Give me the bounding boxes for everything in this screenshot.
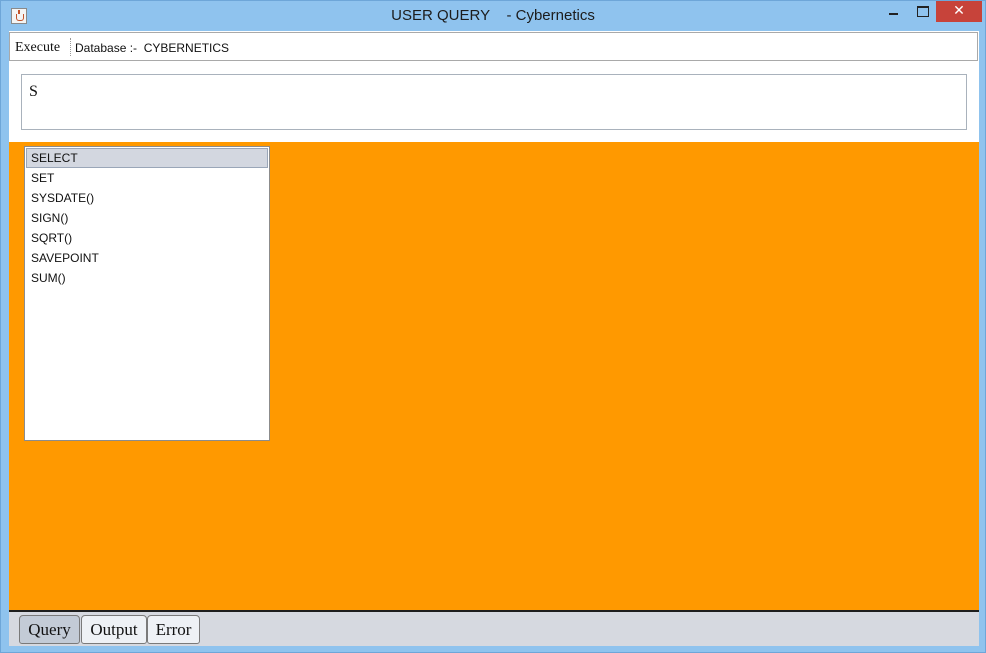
database-label: Database :- CYBERNETICS (75, 41, 230, 55)
minimize-button[interactable] (881, 1, 907, 22)
query-input[interactable]: S (21, 74, 967, 130)
close-icon: ✕ (953, 3, 965, 19)
autocomplete-item[interactable]: SQRT() (26, 228, 268, 248)
title-bar[interactable]: USER QUERY - Cybernetics ✕ (1, 1, 985, 31)
query-panel: S (9, 62, 979, 142)
toolbar-separator (70, 38, 71, 56)
workspace-area: SELECT SET SYSDATE() SIGN() SQRT() SAVEPOINT S… (9, 142, 979, 610)
close-button[interactable]: ✕ (936, 1, 982, 22)
tab-output[interactable]: Output (81, 615, 147, 644)
autocomplete-item[interactable]: SELECT (26, 148, 268, 168)
autocomplete-item[interactable]: SIGN() (26, 208, 268, 228)
client-area: Execute Database :- CYBERNETICS S SELECT… (9, 31, 979, 646)
autocomplete-item[interactable]: SAVEPOINT (26, 248, 268, 268)
autocomplete-list[interactable]: SELECT SET SYSDATE() SIGN() SQRT() SAVEPOINT S… (24, 146, 270, 441)
window-title: USER QUERY - Cybernetics (391, 7, 595, 24)
app-window: USER QUERY - Cybernetics ✕ Execute Datab… (0, 0, 986, 653)
autocomplete-item[interactable]: SYSDATE() (26, 188, 268, 208)
tab-query[interactable]: Query (19, 615, 80, 644)
tab-error[interactable]: Error (147, 615, 200, 644)
maximize-button[interactable] (909, 1, 935, 22)
tab-bar: Query Output Error (9, 610, 979, 646)
autocomplete-item[interactable]: SET (26, 168, 268, 188)
execute-button[interactable]: Execute (15, 40, 60, 56)
autocomplete-item[interactable]: SUM() (26, 268, 268, 288)
toolbar: Execute Database :- CYBERNETICS (9, 32, 978, 61)
